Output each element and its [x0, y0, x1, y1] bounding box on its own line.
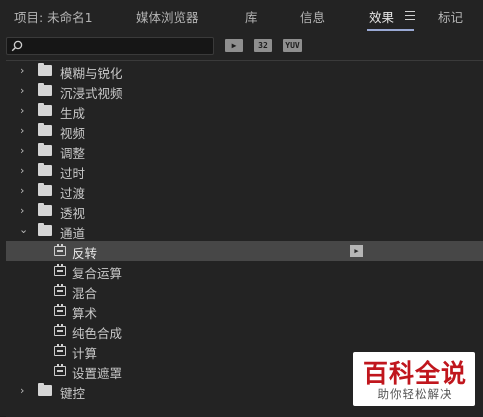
tab-effects[interactable]: 效果 — [369, 9, 394, 27]
folder-icon — [38, 203, 52, 216]
tab-libraries[interactable]: 库 — [245, 9, 258, 27]
tree-item-label: 纯色合成 — [72, 326, 123, 341]
accelerated-effects-icon[interactable]: ▶ — [225, 39, 243, 52]
chevron-right-icon[interactable]: › — [20, 385, 30, 396]
effect-icon — [54, 304, 66, 316]
effect-icon — [54, 264, 66, 276]
tree-item-label: 调整 — [60, 146, 86, 161]
tree-folder-row[interactable]: › 沉浸式视频 — [6, 81, 483, 101]
tree-folder-row[interactable]: › 过渡 — [6, 181, 483, 201]
effects-panel: 项目: 未命名1 媒体浏览器 库 信息 效果 标记 ▶ 32 YUV › 模糊与… — [0, 0, 483, 417]
effect-icon — [54, 364, 66, 376]
tree-item-label: 反转 — [72, 246, 98, 261]
watermark-subtitle: 助你轻松解决 — [377, 387, 453, 401]
chevron-right-icon[interactable]: › — [20, 165, 30, 176]
chevron-down-icon[interactable]: ⌄ — [19, 224, 29, 235]
tree-folder-row[interactable]: › 模糊与锐化 — [6, 61, 483, 81]
tree-item-label: 生成 — [60, 106, 86, 121]
tab-media-browser[interactable]: 媒体浏览器 — [136, 9, 199, 27]
tab-markers[interactable]: 标记 — [438, 9, 463, 27]
folder-icon — [38, 123, 52, 136]
tree-folder-row-expanded[interactable]: ⌄ 通道 — [6, 221, 483, 241]
yuv-effects-icon[interactable]: YUV — [283, 39, 302, 52]
tree-item-label: 键控 — [60, 386, 86, 401]
32-bit-effects-icon[interactable]: 32 — [254, 39, 272, 52]
watermark-logo: 百科全说 助你轻松解决 — [353, 352, 475, 406]
tree-item-label: 沉浸式视频 — [60, 86, 123, 101]
effect-icon — [54, 324, 66, 336]
effect-icon — [54, 244, 66, 256]
tree-effect-row[interactable]: 纯色合成 — [6, 321, 483, 341]
folder-icon — [38, 383, 52, 396]
chevron-right-icon[interactable]: › — [20, 85, 30, 96]
tree-folder-row[interactable]: › 生成 — [6, 101, 483, 121]
folder-icon — [38, 223, 52, 236]
tree-effect-row-selected[interactable]: 反转 ▶ — [6, 241, 483, 261]
chevron-right-icon[interactable]: › — [20, 125, 30, 136]
chevron-right-icon[interactable]: › — [20, 145, 30, 156]
tree-folder-row[interactable]: › 过时 — [6, 161, 483, 181]
search-icon — [11, 40, 23, 52]
tree-folder-row[interactable]: › 调整 — [6, 141, 483, 161]
chevron-right-icon[interactable]: › — [20, 65, 30, 76]
tree-item-label: 混合 — [72, 286, 98, 301]
tree-effect-row[interactable]: 混合 — [6, 281, 483, 301]
chevron-right-icon[interactable]: › — [20, 205, 30, 216]
accelerated-effect-badge-icon: ▶ — [350, 245, 363, 257]
active-tab-indicator — [367, 29, 414, 31]
folder-icon — [38, 183, 52, 196]
tree-effect-row[interactable]: 复合运算 — [6, 261, 483, 281]
tree-folder-row[interactable]: › 透视 — [6, 201, 483, 221]
watermark-title: 百科全说 — [362, 359, 467, 388]
folder-icon — [38, 63, 52, 76]
tab-info[interactable]: 信息 — [300, 9, 325, 27]
panel-menu-icon[interactable] — [405, 11, 415, 20]
tree-item-label: 通道 — [60, 226, 86, 241]
folder-icon — [38, 143, 52, 156]
effect-icon — [54, 284, 66, 296]
tree-item-label: 透视 — [60, 206, 86, 221]
tree-item-label: 视频 — [60, 126, 86, 141]
tree-item-label: 复合运算 — [72, 266, 123, 281]
tree-folder-row[interactable]: › 视频 — [6, 121, 483, 141]
panel-tab-bar: 项目: 未命名1 媒体浏览器 库 信息 效果 标记 — [0, 0, 483, 34]
tab-project[interactable]: 项目: 未命名1 — [14, 9, 93, 27]
chevron-right-icon[interactable]: › — [20, 105, 30, 116]
folder-icon — [38, 163, 52, 176]
search-field[interactable] — [6, 37, 214, 55]
folder-icon — [38, 83, 52, 96]
chevron-right-icon[interactable]: › — [20, 185, 30, 196]
tree-item-label: 算术 — [72, 306, 98, 321]
tree-item-label: 计算 — [72, 346, 98, 361]
effect-icon — [54, 344, 66, 356]
tree-item-label: 过时 — [60, 166, 86, 181]
tree-item-label: 过渡 — [60, 186, 86, 201]
effects-toolbar: ▶ 32 YUV — [0, 34, 483, 60]
tree-item-label: 设置遮罩 — [72, 366, 123, 381]
tree-effect-row[interactable]: 算术 — [6, 301, 483, 321]
tree-item-label: 模糊与锐化 — [60, 66, 123, 81]
folder-icon — [38, 103, 52, 116]
